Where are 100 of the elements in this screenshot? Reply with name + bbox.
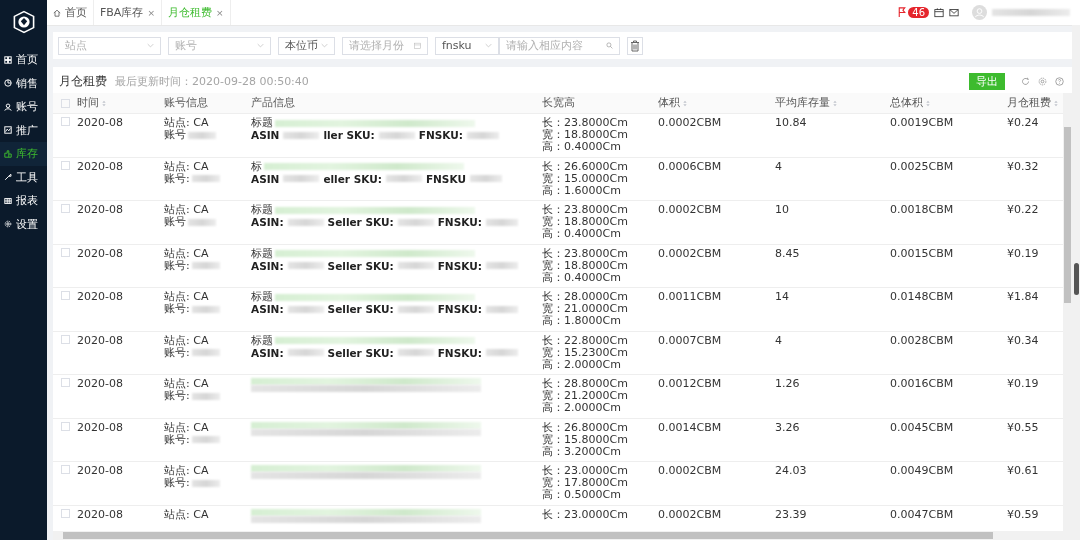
refresh-icon[interactable]	[1021, 76, 1030, 86]
table-cell-text: 站点: CA	[164, 421, 210, 434]
calendar-icon	[414, 42, 421, 49]
page-tab[interactable]: 月仓租费 ×	[161, 0, 231, 25]
table-cell: 0.0148CBM	[890, 290, 954, 303]
table-cell: 23.39	[775, 507, 807, 521]
table-cell: FNSKU:	[437, 216, 482, 228]
nav-item[interactable]: 库存	[0, 142, 47, 166]
help-icon[interactable]	[1055, 76, 1064, 86]
close-icon[interactable]: ×	[215, 7, 224, 18]
table-cell: ¥0.55	[1007, 420, 1039, 434]
blurred-text	[485, 305, 518, 313]
table-cell: 0.0002CBM	[658, 116, 722, 129]
table-cell-text: 站点: CA	[164, 117, 210, 129]
clear-button[interactable]	[627, 36, 643, 55]
row-checkbox[interactable]	[60, 117, 70, 126]
table-cell: 0.0047CBM	[890, 507, 954, 521]
sort-icon[interactable]	[683, 99, 687, 107]
flag-icon[interactable]	[897, 7, 908, 18]
table-cell: 3.26	[775, 420, 800, 434]
sort-icon[interactable]	[926, 99, 930, 107]
page-tab[interactable]: FBA库存 ×	[94, 0, 162, 25]
table-cell: 标题	[251, 334, 273, 347]
search-type-select[interactable]: fnsku	[435, 36, 499, 55]
table-cell: 账号:	[164, 433, 190, 446]
table-cell: 账号	[164, 216, 186, 228]
row-checkbox[interactable]	[60, 421, 70, 431]
row-checkbox[interactable]	[60, 508, 70, 518]
nav-item[interactable]: 设置	[0, 212, 47, 236]
row-checkbox[interactable]	[60, 334, 70, 344]
table-cell: 4	[775, 159, 782, 173]
table-cell: FNSKU:	[418, 129, 463, 141]
mail-icon[interactable]	[949, 7, 959, 18]
table-cell-text: 高：0.4000Cm	[542, 141, 622, 153]
table-cell-text: 宽：18.8000Cm	[542, 129, 629, 141]
table-cell: 2020-08	[77, 377, 123, 390]
table-cell: 0.0006CBM	[658, 159, 722, 173]
table-cell: 0.0025CBM	[890, 159, 954, 173]
chart-icon	[4, 126, 12, 135]
calendar-icon[interactable]	[934, 7, 944, 18]
settings-icon[interactable]	[1038, 76, 1047, 86]
table-cell-text: 高：3.2000Cm	[542, 445, 622, 458]
nav-item[interactable]: 首页	[0, 48, 47, 72]
currency-select[interactable]: 本位币	[278, 36, 335, 55]
sort-icon[interactable]	[102, 99, 106, 107]
sort-icon[interactable]	[1054, 99, 1058, 107]
table-cell: 0.0045CBM	[890, 420, 954, 434]
row-checkbox[interactable]	[60, 160, 70, 170]
table-cell-text: 站点: CA	[164, 160, 210, 173]
row-checkbox[interactable]	[60, 291, 70, 300]
sort-icon[interactable]	[833, 99, 837, 107]
table-cell-text: 高：2.0000Cm	[542, 402, 622, 414]
table-cell-text: 宽：18.8000Cm	[542, 216, 629, 228]
table-cell-text: 宽：21.2000Cm	[542, 390, 629, 402]
page-scrollbar[interactable]	[1072, 25, 1080, 540]
table-cell: 账号:	[164, 303, 190, 315]
close-icon[interactable]: ×	[147, 7, 155, 18]
search-icon	[606, 42, 613, 49]
nav-item[interactable]: 账号	[0, 95, 47, 119]
select-all-checkbox[interactable]	[60, 98, 70, 108]
table-cell: ¥0.34	[1007, 333, 1039, 347]
nav-item[interactable]: 报表	[0, 189, 47, 213]
table-cell: 0.0015CBM	[890, 246, 954, 260]
table-cell: 账号:	[164, 477, 190, 489]
table-cell: 0.0007CBM	[658, 333, 722, 347]
horizontal-scrollbar[interactable]	[53, 531, 1072, 540]
nav-item[interactable]: 销售	[0, 71, 47, 95]
table-cell: 2020-08	[77, 116, 123, 129]
nav-item[interactable]: 工具	[0, 165, 47, 189]
row-checkbox[interactable]	[60, 204, 70, 213]
table-cell-text: 高：0.4000Cm	[542, 271, 622, 284]
wrench-icon	[4, 173, 12, 182]
table-cell-text: 长：26.8000Cm	[542, 421, 629, 434]
table-cell: ASIN:	[251, 259, 284, 272]
nav-item[interactable]: 推广	[0, 118, 47, 142]
table-cell: FNSKU	[425, 172, 466, 185]
table-cell-text: 长：26.6000Cm	[542, 160, 629, 173]
blurred-text	[191, 479, 220, 487]
table-cell-text: 高：2.0000Cm	[542, 358, 622, 371]
page-tab[interactable]: 首页	[47, 0, 94, 25]
user-icon	[4, 102, 12, 111]
table-cell-text: 长：28.0000Cm	[542, 291, 629, 303]
blurred-text	[188, 131, 216, 139]
avatar-icon[interactable]	[972, 5, 987, 20]
table-cell-text: 宽：15.8000Cm	[542, 433, 629, 446]
blurred-text	[283, 175, 320, 182]
blurred-text	[485, 218, 518, 226]
blurred-text	[469, 175, 502, 182]
table-cell: ASIN:	[251, 303, 284, 315]
blurred-text	[191, 349, 220, 356]
table-cell-text: 长：23.0000Cm	[542, 508, 629, 521]
table-cell: 0.0049CBM	[890, 464, 954, 477]
table-cell: 8.45	[775, 246, 800, 260]
row-checkbox[interactable]	[60, 378, 70, 387]
table-cell: FNSKU:	[437, 303, 482, 315]
blurred-text	[485, 349, 518, 356]
table-cell: ¥1.84	[1007, 290, 1039, 303]
row-checkbox[interactable]	[60, 247, 70, 257]
table-cell: ASIN:	[251, 346, 284, 359]
row-checkbox[interactable]	[60, 465, 70, 474]
